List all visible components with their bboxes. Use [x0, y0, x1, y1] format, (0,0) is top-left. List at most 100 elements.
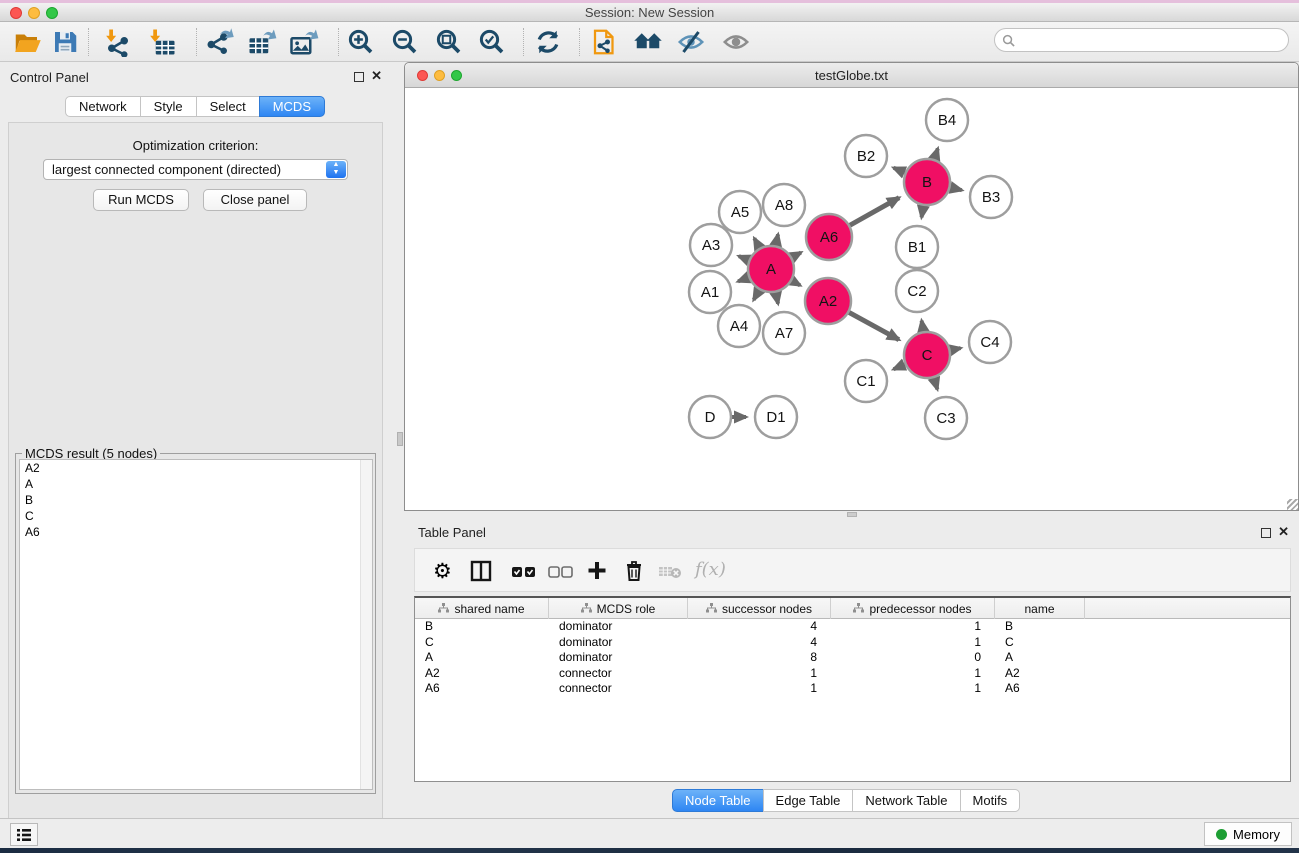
graph-edge-B-B2[interactable] — [894, 168, 905, 173]
table-cell[interactable]: 1 — [688, 666, 831, 682]
minimize-window-button[interactable] — [434, 70, 445, 81]
home-icon[interactable] — [633, 27, 663, 57]
tab-edge-table[interactable]: Edge Table — [763, 789, 854, 812]
table-cell[interactable]: C — [415, 635, 549, 651]
graph-node-C4[interactable]: C4 — [969, 321, 1011, 363]
graph-node-C[interactable]: C — [904, 332, 950, 378]
close-panel-icon[interactable]: ✕ — [371, 68, 382, 84]
mcds-result-item[interactable]: C — [20, 508, 372, 524]
table-cell[interactable]: B — [415, 619, 549, 635]
mcds-result-item[interactable]: A2 — [20, 460, 372, 476]
table-row[interactable]: A6connector11A6 — [415, 681, 1290, 697]
mcds-result-item[interactable]: B — [20, 492, 372, 508]
tab-mcds[interactable]: MCDS — [259, 96, 325, 117]
tab-network[interactable]: Network — [65, 96, 141, 117]
table-cell[interactable]: 1 — [831, 619, 995, 635]
delete-column-icon[interactable] — [623, 559, 645, 583]
function-builder-icon[interactable]: f(x) — [695, 559, 726, 583]
graph-node-C1[interactable]: C1 — [845, 360, 887, 402]
zoom-in-icon[interactable] — [346, 27, 376, 57]
graph-node-A1[interactable]: A1 — [689, 271, 731, 313]
import-table-icon[interactable] — [147, 27, 177, 57]
table-cell[interactable]: 1 — [831, 681, 995, 697]
tab-network-table[interactable]: Network Table — [852, 789, 960, 812]
table-row[interactable]: A2connector11A2 — [415, 666, 1290, 682]
mcds-result-item[interactable]: A — [20, 476, 372, 492]
graph-edge-A-A4[interactable] — [754, 290, 760, 300]
graph-node-D[interactable]: D — [689, 396, 731, 438]
zoom-selected-icon[interactable] — [477, 27, 507, 57]
close-window-button[interactable] — [10, 7, 22, 19]
graph-node-A4[interactable]: A4 — [718, 305, 760, 347]
export-image-icon[interactable] — [289, 27, 319, 57]
zoom-out-icon[interactable] — [390, 27, 420, 57]
table-cell[interactable]: dominator — [549, 619, 688, 635]
graph-node-A8[interactable]: A8 — [763, 184, 805, 226]
column-header-shared-name[interactable]: shared name — [415, 598, 549, 619]
graph-edge-A-A8[interactable] — [776, 234, 778, 245]
graph-edge-A-A3[interactable] — [739, 256, 749, 260]
open-folder-icon[interactable] — [12, 27, 42, 57]
graph-node-C2[interactable]: C2 — [896, 270, 938, 312]
optimization-criterion-select[interactable]: largest connected component (directed) ▲… — [43, 159, 348, 180]
graph-edge-B-B3[interactable] — [950, 187, 961, 190]
memory-button[interactable]: Memory — [1204, 822, 1292, 846]
graph-node-A5[interactable]: A5 — [719, 191, 761, 233]
table-cell[interactable]: 0 — [831, 650, 995, 666]
search-input[interactable] — [1019, 33, 1288, 47]
table-cell[interactable]: A — [995, 650, 1085, 666]
table-cell[interactable]: dominator — [549, 650, 688, 666]
mcds-result-list[interactable]: A2ABCA6 — [19, 459, 373, 790]
table-cell[interactable]: A6 — [415, 681, 549, 697]
table-cell[interactable]: A6 — [995, 681, 1085, 697]
mcds-result-item[interactable]: A6 — [20, 524, 372, 540]
table-row[interactable]: Cdominator41C — [415, 635, 1290, 651]
unselect-all-icon[interactable] — [547, 559, 575, 583]
graph-edge-C-C2[interactable] — [922, 321, 924, 332]
tab-motifs[interactable]: Motifs — [960, 789, 1021, 812]
graph-edge-B-B4[interactable] — [934, 149, 937, 160]
delete-table-icon[interactable] — [658, 559, 684, 583]
graph-edge-A-A7[interactable] — [776, 293, 778, 304]
graph-edge-B-B1[interactable] — [922, 206, 924, 218]
table-cell[interactable]: connector — [549, 681, 688, 697]
show-eye-icon[interactable] — [721, 27, 751, 57]
split-view-icon[interactable] — [470, 559, 492, 583]
table-cell[interactable]: A2 — [415, 666, 549, 682]
graph-edge-A-A6[interactable] — [792, 252, 801, 257]
select-all-icon[interactable] — [510, 559, 538, 583]
gear-icon[interactable]: ⚙ — [433, 559, 452, 583]
network-hscroll-thumb[interactable] — [847, 512, 857, 517]
zoom-window-button[interactable] — [451, 70, 462, 81]
minimize-window-button[interactable] — [28, 7, 40, 19]
table-cell[interactable]: 8 — [688, 650, 831, 666]
table-cell[interactable]: 4 — [688, 635, 831, 651]
graph-node-A[interactable]: A — [748, 246, 794, 292]
graph-edge-C-C3[interactable] — [934, 378, 937, 389]
column-header-name[interactable]: name — [995, 598, 1085, 619]
column-header-MCDS-role[interactable]: MCDS role — [549, 598, 688, 619]
table-cell[interactable]: 4 — [688, 619, 831, 635]
network-canvas[interactable]: AA1A2A3A4A5A6A7A8BB1B2B3B4CC1C2C3C4DD1 — [405, 89, 1298, 510]
tab-style[interactable]: Style — [140, 96, 197, 117]
table-cell[interactable]: A2 — [995, 666, 1085, 682]
float-panel-icon[interactable] — [1261, 528, 1271, 538]
graph-node-B2[interactable]: B2 — [845, 135, 887, 177]
search-field[interactable] — [994, 28, 1289, 52]
graph-edge-A-A5[interactable] — [754, 238, 759, 248]
task-history-button[interactable] — [10, 823, 38, 846]
scrollbar-track[interactable] — [360, 460, 372, 789]
graph-edge-A6-B[interactable] — [850, 198, 899, 226]
graph-node-A2[interactable]: A2 — [805, 278, 851, 324]
zoom-fit-icon[interactable] — [434, 27, 464, 57]
network-vscroll-thumb[interactable] — [397, 432, 403, 446]
close-panel-icon[interactable]: ✕ — [1278, 524, 1289, 540]
table-cell[interactable]: A — [415, 650, 549, 666]
column-header-successor-nodes[interactable]: successor nodes — [688, 598, 831, 619]
table-cell[interactable]: 1 — [831, 635, 995, 651]
graph-edge-C-C1[interactable] — [894, 364, 905, 369]
float-panel-icon[interactable] — [354, 72, 364, 82]
tab-select[interactable]: Select — [196, 96, 260, 117]
graph-node-A6[interactable]: A6 — [806, 214, 852, 260]
column-header-predecessor-nodes[interactable]: predecessor nodes — [831, 598, 995, 619]
